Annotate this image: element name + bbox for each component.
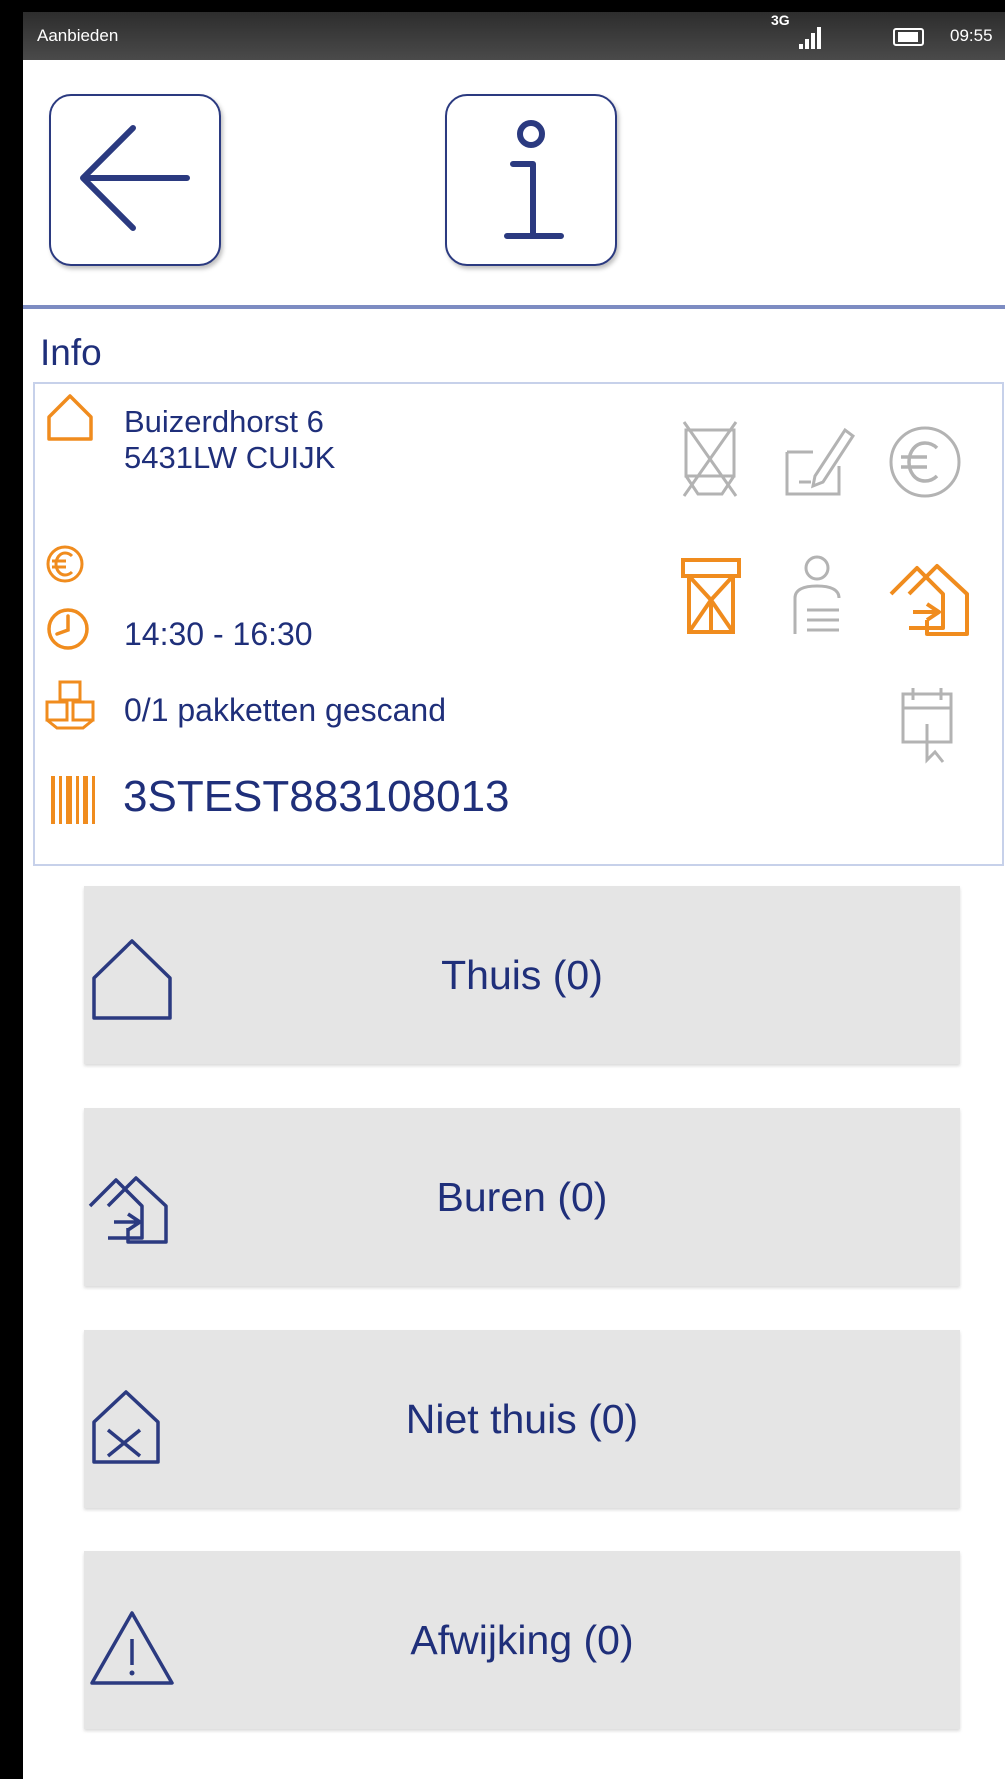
- info-icon: [504, 120, 564, 239]
- calendar-scan-icon: [901, 688, 953, 764]
- status-bar-clock: 09:55: [950, 26, 993, 45]
- no-mailbox-icon: [682, 421, 738, 497]
- person-id-icon: [793, 555, 841, 634]
- header-divider: [23, 305, 1005, 309]
- app-screen: Aanbieden 3G 09:55 Info Buizerdhorst 6 5…: [0, 0, 1005, 1779]
- thuis-button[interactable]: Thuis (0): [84, 886, 960, 1064]
- status-bar: Aanbieden 3G 09:55: [23, 12, 1005, 60]
- arrow-left-icon: [80, 125, 190, 231]
- buren-button[interactable]: Buren (0): [84, 1108, 960, 1286]
- niet-thuis-label: Niet thuis (0): [405, 1395, 639, 1442]
- signal-icon: [799, 27, 821, 49]
- clock-icon: [47, 608, 89, 650]
- battery-icon: [893, 28, 924, 46]
- back-button[interactable]: [49, 94, 221, 266]
- afwijking-label: Afwijking (0): [410, 1616, 634, 1663]
- address-postcode-city: 5431LW CUIJK: [124, 440, 336, 475]
- niet-thuis-button[interactable]: Niet thuis (0): [84, 1330, 960, 1508]
- euro-icon: [889, 426, 961, 498]
- time-window: 14:30 - 16:30: [124, 616, 313, 652]
- network-type: 3G: [771, 12, 790, 28]
- packages-status: 0/1 pakketten gescand: [124, 692, 447, 728]
- neighbours-icon: [889, 564, 969, 636]
- parcel-box-icon: [681, 558, 741, 634]
- barcode-icon: [51, 776, 95, 824]
- info-card: Buizerdhorst 6 5431LW CUIJK 14:30 - 16:3…: [33, 382, 1004, 866]
- buren-label: Buren (0): [436, 1173, 608, 1220]
- packages-icon: [45, 680, 95, 730]
- barcode-number: 3STEST883108013: [123, 772, 510, 821]
- device-frame-top: [0, 0, 1005, 12]
- payment-euro-icon: [46, 545, 84, 583]
- thuis-label: Thuis (0): [441, 951, 603, 998]
- afwijking-button[interactable]: Afwijking (0): [84, 1551, 960, 1729]
- device-frame-left: [0, 0, 23, 1779]
- address-street: Buizerdhorst 6: [124, 404, 324, 439]
- section-title: Info: [40, 332, 102, 373]
- status-bar-title: Aanbieden: [37, 26, 119, 45]
- info-button[interactable]: [445, 94, 617, 266]
- signature-icon: [785, 427, 855, 496]
- home-icon: [47, 394, 93, 441]
